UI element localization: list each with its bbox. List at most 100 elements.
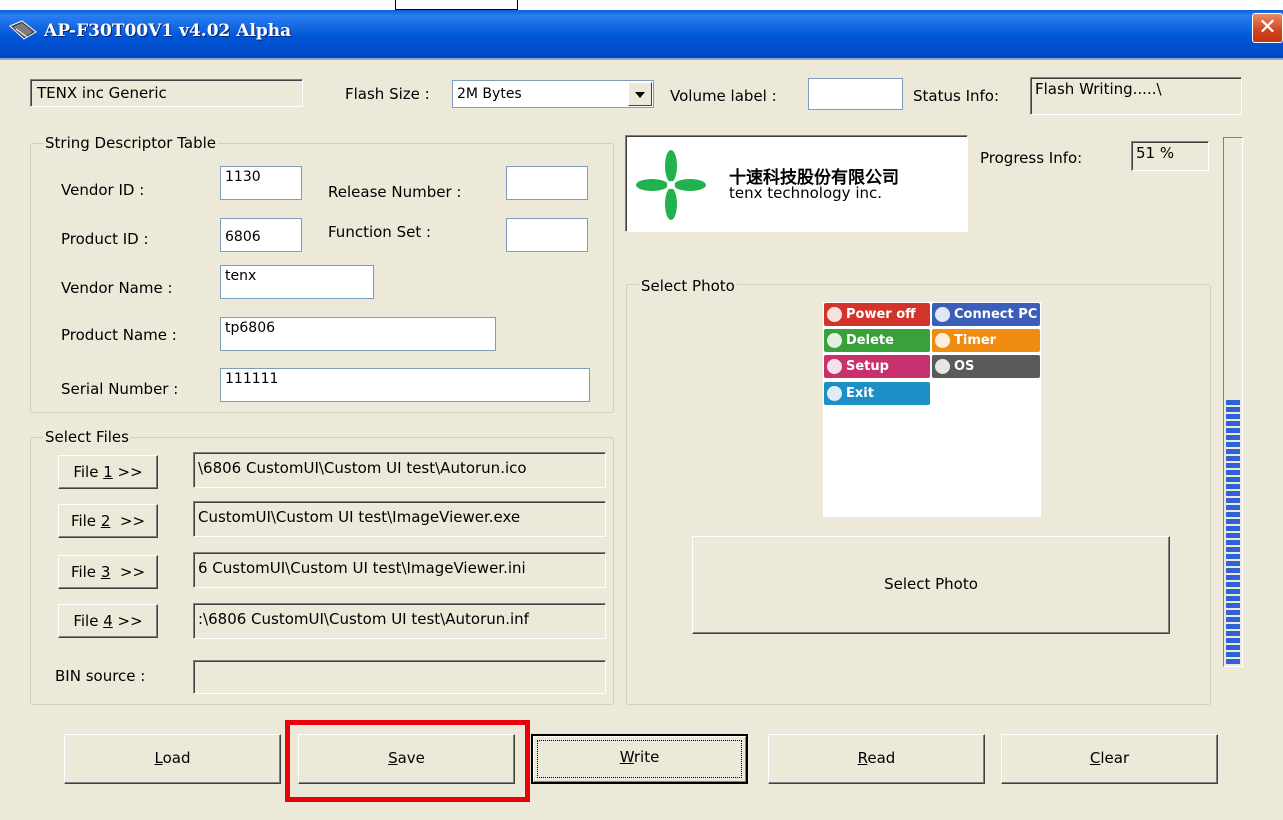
exit-icon: [827, 386, 842, 401]
progress-bar-segment: [1226, 505, 1240, 510]
progress-bar-segment: [1226, 484, 1240, 489]
progress-bar-segment: [1226, 442, 1240, 447]
file-2-path-text: CustomUI\Custom UI test\ImageViewer.exe: [198, 508, 521, 526]
progress-bar-segment: [1226, 498, 1240, 503]
volume-label-input[interactable]: [808, 78, 903, 110]
menu-exit: Exit: [824, 382, 930, 405]
release-number-label: Release Number :: [328, 183, 462, 201]
flash-size-dropdown-button[interactable]: [628, 82, 652, 106]
progress-bar-segment: [1226, 638, 1240, 643]
release-number-input[interactable]: [506, 166, 588, 200]
read-button-key: R: [857, 749, 868, 767]
flash-size-select[interactable]: 2M Bytes: [452, 80, 654, 108]
file-2-button[interactable]: File 2 >>: [58, 504, 158, 538]
progress-bar-segment: [1226, 652, 1240, 657]
file-2-label-suffix: >>: [110, 512, 146, 530]
vendor-id-input[interactable]: 1130: [220, 166, 302, 200]
chevron-down-icon: [635, 92, 645, 98]
file-4-path-text: :\6806 CustomUI\Custom UI test\Autorun.i…: [198, 610, 529, 628]
file-3-path: 6 CustomUI\Custom UI test\ImageViewer.in…: [193, 552, 606, 588]
menu-setup-label: Setup: [846, 359, 889, 374]
company-english-name: tenx technology inc.: [729, 184, 883, 202]
file-4-path: :\6806 CustomUI\Custom UI test\Autorun.i…: [193, 603, 606, 639]
progress-bar-segment: [1226, 421, 1240, 426]
write-button-focus-rect: [537, 740, 742, 778]
write-button[interactable]: Write: [531, 734, 748, 784]
file-1-path-text: \6806 CustomUI\Custom UI test\Autorun.ic…: [198, 459, 527, 477]
progress-bar-segment: [1226, 540, 1240, 545]
progress-bar-segment: [1226, 477, 1240, 482]
file-3-label-suffix: >>: [110, 563, 146, 581]
progress-bar-segment: [1226, 596, 1240, 601]
select-photo-button[interactable]: Select Photo: [692, 536, 1170, 634]
app-icon: [8, 20, 38, 42]
background-box: [395, 0, 518, 10]
clear-button[interactable]: Clear: [1001, 734, 1218, 784]
progress-bar-segment: [1226, 659, 1240, 664]
progress-bar-segment: [1226, 463, 1240, 468]
select-photo-title: Select Photo: [639, 277, 737, 295]
file-3-path-text: 6 CustomUI\Custom UI test\ImageViewer.in…: [198, 559, 526, 577]
read-button[interactable]: Read: [768, 734, 985, 784]
file-1-path: \6806 CustomUI\Custom UI test\Autorun.ic…: [193, 452, 606, 488]
progress-bar-segment: [1226, 617, 1240, 622]
progress-bar-segment: [1226, 428, 1240, 433]
progress-bar-segment: [1226, 561, 1240, 566]
function-set-input[interactable]: [506, 218, 588, 252]
progress-bar-segment: [1226, 407, 1240, 412]
file-2-label-prefix: File: [70, 512, 101, 530]
load-button-key: L: [154, 749, 163, 767]
load-button-rest: oad: [162, 749, 191, 767]
vendor-name-input[interactable]: tenx: [220, 265, 374, 299]
progress-bar-segment: [1226, 512, 1240, 517]
menu-connect-pc-label: Connect PC: [954, 307, 1038, 322]
delete-icon: [827, 333, 842, 348]
progress-bar-segment: [1226, 631, 1240, 636]
product-name-label: Product Name :: [61, 326, 177, 344]
product-id-label: Product ID :: [61, 230, 149, 248]
progress-bar-segment: [1226, 554, 1240, 559]
file-3-label-key: 3: [100, 563, 111, 581]
menu-power-off: Power off: [824, 303, 930, 326]
connect-icon: [935, 307, 950, 322]
bin-source-field: [193, 660, 606, 694]
timer-icon: [935, 333, 950, 348]
progress-bar-segment: [1226, 610, 1240, 615]
company-label: TENX inc Generic: [30, 79, 303, 107]
progress-bar-segment: [1226, 449, 1240, 454]
file-3-button[interactable]: File 3 >>: [58, 555, 158, 589]
file-4-label-key: 4: [103, 612, 113, 630]
progress-bar-segment: [1226, 400, 1240, 405]
vendor-id-label: Vendor ID :: [61, 181, 145, 199]
menu-power-off-label: Power off: [846, 307, 916, 322]
load-button[interactable]: Load: [64, 734, 281, 784]
close-button[interactable]: ✕: [1252, 13, 1283, 43]
file-4-button[interactable]: File 4 >>: [58, 604, 158, 638]
window-title: AP-F30T00V1 v4.02 Alpha: [44, 21, 292, 41]
volume-label-label: Volume label :: [670, 87, 777, 105]
function-set-label: Function Set :: [328, 223, 432, 241]
progress-info-label: Progress Info:: [980, 149, 1083, 167]
product-id-input[interactable]: 6806: [220, 218, 302, 252]
progress-bar-segment: [1226, 575, 1240, 580]
menu-os: OS: [932, 355, 1040, 378]
clear-button-key: C: [1089, 749, 1101, 767]
menu-connect-pc: Connect PC: [932, 303, 1040, 326]
status-info-field: Flash Writing.....\: [1030, 77, 1242, 115]
file-2-label-key: 2: [100, 512, 111, 530]
progress-bar-segment: [1226, 533, 1240, 538]
progress-bar-segment: [1226, 645, 1240, 650]
file-1-button[interactable]: File 1 >>: [58, 455, 158, 489]
read-button-rest: ead: [867, 749, 896, 767]
os-icon: [935, 359, 950, 374]
tenx-logo-icon: [636, 150, 706, 220]
progress-bar-segment: [1226, 519, 1240, 524]
menu-timer-label: Timer: [954, 333, 997, 348]
progress-info-field: 51 %: [1131, 141, 1209, 171]
serial-number-input[interactable]: 111111: [220, 368, 590, 402]
string-descriptor-title: String Descriptor Table: [43, 134, 219, 152]
progress-bar-segment: [1226, 491, 1240, 496]
product-name-input[interactable]: tp6806: [220, 317, 496, 351]
flash-size-label: Flash Size :: [345, 85, 430, 103]
serial-number-label: Serial Number :: [61, 380, 179, 398]
